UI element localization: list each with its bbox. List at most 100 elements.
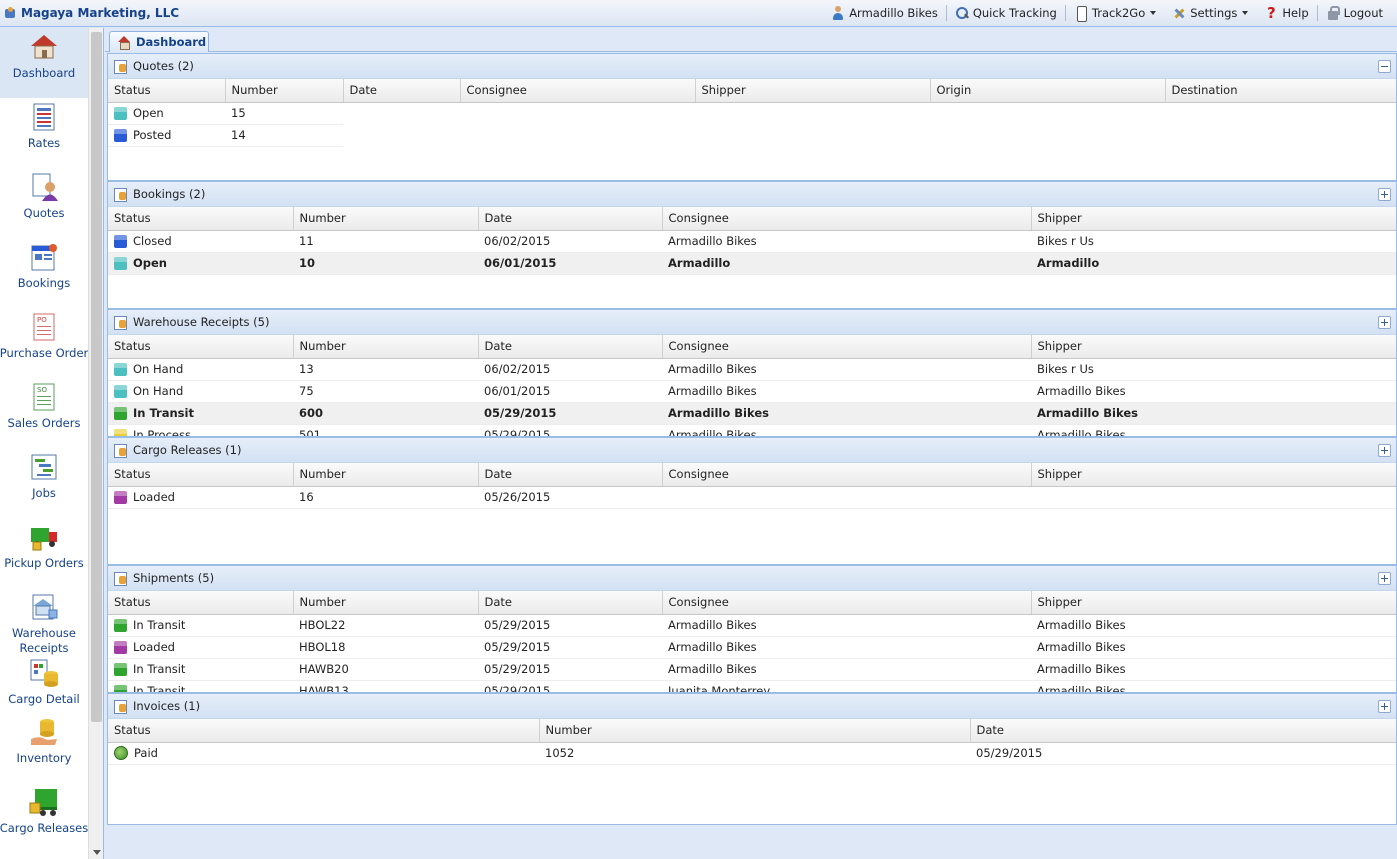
column-header-number[interactable]: Number	[293, 463, 479, 487]
column-header-destination[interactable]: Destination	[1165, 79, 1396, 103]
column-header-date[interactable]: Date	[478, 591, 663, 615]
expand-button[interactable]	[1378, 316, 1391, 329]
bookings-icon	[113, 187, 127, 202]
sidebar-scrollbar-thumb[interactable]	[91, 32, 102, 722]
table-row[interactable]: In Transit 600 05/29/2015 Armadillo Bike…	[108, 402, 1396, 425]
sidebar-item-purchase-order[interactable]: PO Purchase Order	[0, 308, 88, 378]
sidebar-item-cargo-detail[interactable]: Cargo Detail	[0, 658, 88, 713]
sidebar-item-cargo-releases[interactable]: Cargo Releases	[0, 783, 88, 853]
table-row[interactable]: Open 15	[108, 102, 1396, 125]
user-name: Armadillo Bikes	[849, 6, 938, 20]
consignee-cell: Juanita Monterrey	[662, 680, 1031, 692]
column-header-shipper[interactable]: Shipper	[1031, 463, 1396, 487]
sidebar-item-rates[interactable]: Rates	[0, 98, 88, 168]
track2go-menu[interactable]: Track2Go	[1066, 4, 1164, 22]
sidebar-item-jobs[interactable]: Jobs	[0, 448, 88, 518]
sidebar-item-inventory[interactable]: Inventory	[0, 713, 88, 783]
panel-header: Warehouse Receipts (5)	[108, 309, 1396, 335]
table-row[interactable]: In Transit HAWB13 05/29/2015 Juanita Mon…	[108, 680, 1396, 692]
column-header-consignee[interactable]: Consignee	[460, 79, 696, 103]
question-mark-icon: ?	[1267, 4, 1276, 22]
sidebar-item-quotes[interactable]: Quotes	[0, 168, 88, 238]
table-row[interactable]: In Process 501 05/29/2015 Armadillo Bike…	[108, 424, 1396, 436]
column-header-shipper[interactable]: Shipper	[1031, 591, 1396, 615]
table-row[interactable]: In Transit HBOL22 05/29/2015 Armadillo B…	[108, 614, 1396, 637]
number-cell: HAWB13	[293, 680, 478, 692]
column-header-consignee[interactable]: Consignee	[662, 591, 1032, 615]
panel-title: Cargo Releases (1)	[133, 443, 242, 457]
column-header-origin[interactable]: Origin	[930, 79, 1166, 103]
quick-tracking-button[interactable]: Quick Tracking	[947, 4, 1065, 22]
column-header-number[interactable]: Number	[539, 719, 971, 743]
column-header-status[interactable]: Status	[108, 719, 540, 743]
number-cell: 1052	[539, 742, 970, 765]
column-header-shipper[interactable]: Shipper	[1031, 207, 1396, 231]
sidebar-item-dashboard[interactable]: Dashboard	[0, 28, 88, 98]
logout-button[interactable]: Logout	[1318, 4, 1391, 22]
tab-dashboard[interactable]: Dashboard	[109, 31, 209, 52]
column-header-date[interactable]: Date	[478, 463, 663, 487]
user-menu[interactable]: Armadillo Bikes	[823, 4, 946, 22]
panel-title: Warehouse Receipts (5)	[133, 315, 270, 329]
sidebar-item-sales-orders[interactable]: SO Sales Orders	[0, 378, 88, 448]
expand-button[interactable]	[1378, 572, 1391, 585]
cargo-release-icon	[113, 443, 127, 458]
expand-button[interactable]	[1378, 700, 1391, 713]
number-cell: 16	[293, 486, 478, 509]
sidebar-item-bookings[interactable]: Bookings	[0, 238, 88, 308]
column-header-number[interactable]: Number	[293, 207, 479, 231]
column-header-status[interactable]: Status	[108, 463, 294, 487]
consignee-cell: Armadillo Bikes	[662, 658, 1031, 681]
column-header-date[interactable]: Date	[478, 207, 663, 231]
status-box-icon	[114, 428, 127, 436]
column-header-number[interactable]: Number	[225, 79, 344, 103]
table-row[interactable]: In Transit HAWB20 05/29/2015 Armadillo B…	[108, 658, 1396, 681]
tab-bar: Dashboard	[105, 28, 1397, 52]
sidebar-scrollbar[interactable]	[88, 28, 103, 859]
column-header-status[interactable]: Status	[108, 207, 294, 231]
status-text: Loaded	[133, 640, 175, 654]
column-header-date[interactable]: Date	[343, 79, 461, 103]
number-cell: 75	[293, 380, 478, 403]
column-header-status[interactable]: Status	[108, 335, 294, 359]
sidebar-item-pickup-orders[interactable]: Pickup Orders	[0, 518, 88, 588]
shipper-cell: Armadillo Bikes	[1031, 614, 1396, 637]
status-text: On Hand	[133, 384, 184, 398]
column-header-date[interactable]: Date	[970, 719, 1396, 743]
scroll-down-arrow-icon[interactable]	[93, 850, 101, 855]
sidebar-item-warehouse-receipts[interactable]: Warehouse Receipts	[0, 588, 88, 658]
help-button[interactable]: ? Help	[1256, 4, 1316, 22]
column-header-status[interactable]: Status	[108, 591, 294, 615]
column-header-consignee[interactable]: Consignee	[662, 335, 1032, 359]
date-cell: 06/01/2015	[478, 380, 662, 403]
column-header-shipper[interactable]: Shipper	[1031, 335, 1396, 359]
date-cell: 05/29/2015	[478, 680, 662, 692]
number-cell: 501	[293, 424, 478, 436]
column-header-number[interactable]: Number	[293, 591, 479, 615]
table-row[interactable]: Loaded HBOL18 05/29/2015 Armadillo Bikes…	[108, 636, 1396, 659]
sidebar-item-label: Sales Orders	[7, 416, 81, 430]
date-cell: 05/26/2015	[478, 486, 662, 509]
table-row[interactable]: Paid 1052 05/29/2015	[108, 742, 1396, 765]
column-header-status[interactable]: Status	[108, 79, 226, 103]
status-box-icon	[114, 128, 127, 142]
number-cell: 14	[225, 124, 343, 147]
panel-header: Bookings (2)	[108, 181, 1396, 207]
column-header-consignee[interactable]: Consignee	[662, 207, 1032, 231]
collapse-button[interactable]	[1378, 60, 1391, 73]
expand-button[interactable]	[1378, 444, 1391, 457]
column-header-number[interactable]: Number	[293, 335, 479, 359]
table-row[interactable]: Closed 11 06/02/2015 Armadillo Bikes Bik…	[108, 230, 1396, 253]
table-row[interactable]: On Hand 13 06/02/2015 Armadillo Bikes Bi…	[108, 358, 1396, 381]
column-header-shipper[interactable]: Shipper	[695, 79, 931, 103]
table-row[interactable]: On Hand 75 06/01/2015 Armadillo Bikes Ar…	[108, 380, 1396, 403]
column-header-date[interactable]: Date	[478, 335, 663, 359]
table-row[interactable]: Posted 14	[108, 124, 1396, 147]
table-row[interactable]: Loaded 16 05/26/2015	[108, 486, 1396, 509]
expand-button[interactable]	[1378, 188, 1391, 201]
column-header-consignee[interactable]: Consignee	[662, 463, 1032, 487]
panel-header: Quotes (2)	[108, 53, 1396, 79]
quotes-icon	[32, 173, 58, 201]
table-row[interactable]: Open 10 06/01/2015 Armadillo Armadillo	[108, 252, 1396, 275]
settings-menu[interactable]: Settings	[1164, 4, 1256, 22]
